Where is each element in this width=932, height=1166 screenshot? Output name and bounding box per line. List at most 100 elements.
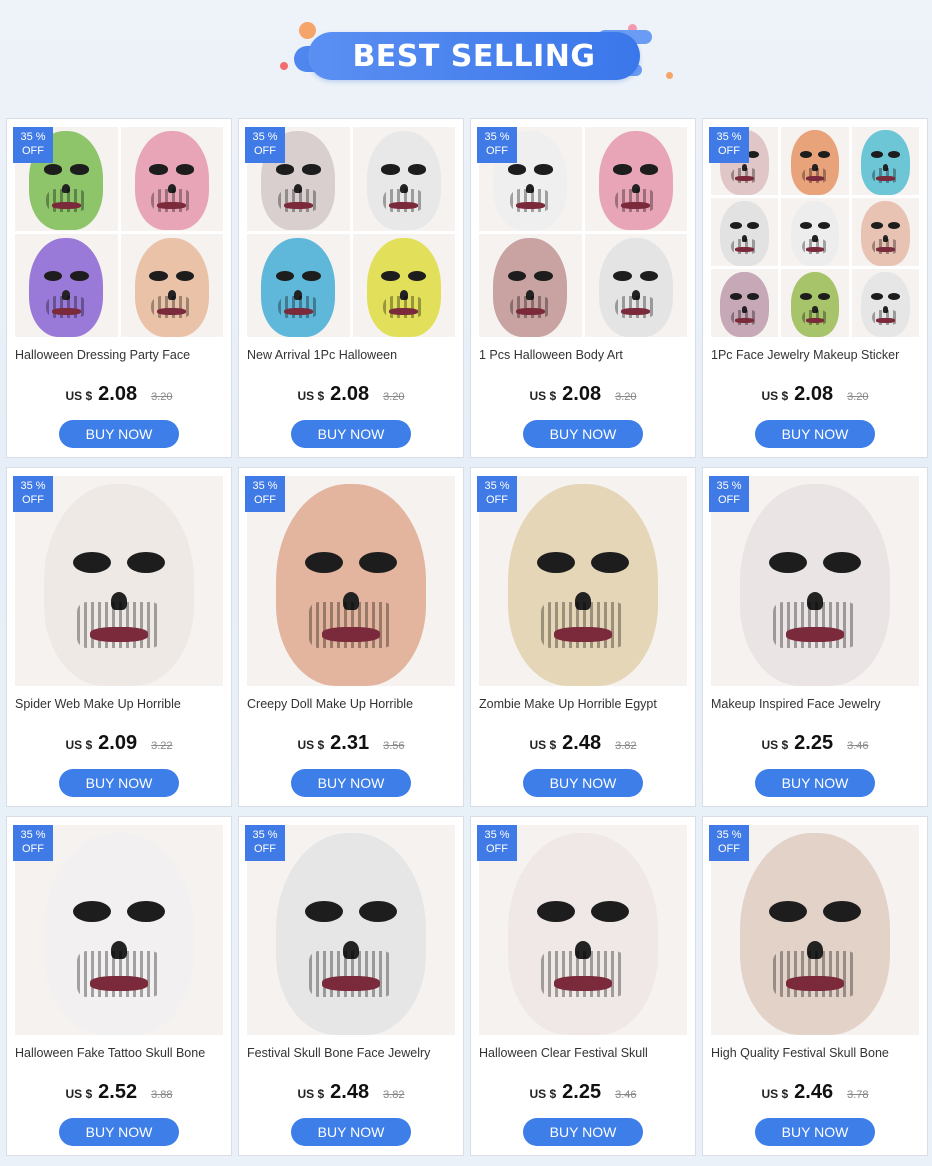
product-title[interactable]: Zombie Make Up Horrible Egypt: [479, 697, 689, 711]
product-title[interactable]: Halloween Dressing Party Face: [15, 348, 225, 362]
buy-now-button[interactable]: BUY NOW: [523, 420, 643, 448]
price-row: US $ 2.48 3.82: [471, 732, 695, 758]
product-card[interactable]: 35 % OFF Halloween Fake Tattoo Skull Bone U…: [6, 816, 232, 1156]
product-card[interactable]: 35 % OFF Creepy Doll Make Up Horrible US $ 2…: [238, 467, 464, 807]
discount-percent: 35 %: [252, 480, 278, 492]
face-mouth: [785, 627, 845, 642]
sale-price: 2.31: [330, 732, 370, 754]
discount-badge: 35 % OFF: [709, 127, 749, 163]
price-row: US $ 2.48 3.82: [239, 1081, 463, 1107]
discount-off-label: OFF: [22, 843, 44, 855]
currency-label: US $: [761, 738, 789, 752]
sale-price: 2.46: [794, 1081, 834, 1103]
face-illustration: [781, 198, 849, 266]
original-price: 3.46: [615, 1089, 637, 1101]
face-eye: [305, 900, 343, 922]
face-mouth: [553, 976, 613, 991]
product-title[interactable]: Festival Skull Bone Face Jewelry: [247, 1046, 457, 1060]
face-illustration: [851, 269, 919, 337]
discount-off-label: OFF: [486, 145, 508, 157]
face-eye: [127, 551, 165, 573]
face-mouth: [321, 976, 381, 991]
product-title[interactable]: Makeup Inspired Face Jewelry: [711, 697, 921, 711]
currency-label: US $: [65, 738, 93, 752]
buy-now-button[interactable]: BUY NOW: [291, 420, 411, 448]
discount-badge: 35 % OFF: [709, 476, 749, 512]
sale-price: 2.08: [562, 383, 602, 405]
buy-now-button[interactable]: BUY NOW: [755, 420, 875, 448]
buy-now-button[interactable]: BUY NOW: [755, 1118, 875, 1146]
face-illustration: [120, 233, 223, 337]
face-eye: [359, 551, 397, 573]
discount-percent: 35 %: [20, 480, 46, 492]
discount-badge: 35 % OFF: [245, 127, 285, 163]
face-eye: [613, 164, 632, 175]
sale-price: 2.52: [98, 1081, 138, 1103]
face-mouth: [875, 175, 895, 181]
face-eye: [534, 164, 553, 175]
face-mouth: [805, 317, 825, 323]
buy-now-button[interactable]: BUY NOW: [59, 769, 179, 797]
product-card[interactable]: 35 % OFF 1Pc Face Jewelry Makeup Sticker US…: [702, 118, 928, 458]
original-price: 3.20: [847, 391, 869, 403]
face-mouth: [553, 627, 613, 642]
discount-badge: 35 % OFF: [709, 825, 749, 861]
currency-label: US $: [297, 389, 325, 403]
product-card[interactable]: 35 % OFF Zombie Make Up Horrible Egypt US $…: [470, 467, 696, 807]
product-card[interactable]: 35 % OFF 1 Pcs Halloween Body Art US $ 2.08 3…: [470, 118, 696, 458]
face-eye: [127, 900, 165, 922]
discount-badge: 35 % OFF: [477, 825, 517, 861]
product-card[interactable]: 35 % OFF Halloween Dressing Party Face US $…: [6, 118, 232, 458]
discount-percent: 35 %: [484, 480, 510, 492]
product-title[interactable]: Halloween Fake Tattoo Skull Bone: [15, 1046, 225, 1060]
product-title[interactable]: Spider Web Make Up Horrible: [15, 697, 225, 711]
currency-label: US $: [297, 738, 325, 752]
sale-price: 2.09: [98, 732, 138, 754]
product-card[interactable]: 35 % OFF New Arrival 1Pc Halloween US $ 2.08…: [238, 118, 464, 458]
buy-now-button[interactable]: BUY NOW: [523, 769, 643, 797]
product-title[interactable]: High Quality Festival Skull Bone: [711, 1046, 921, 1060]
original-price: 3.20: [151, 391, 173, 403]
face-head: [790, 129, 840, 195]
face-eye: [507, 164, 527, 175]
discount-percent: 35 %: [252, 829, 278, 841]
product-title[interactable]: Halloween Clear Festival Skull: [479, 1046, 689, 1060]
face-mouth: [89, 627, 149, 642]
currency-label: US $: [529, 738, 557, 752]
product-card[interactable]: 35 % OFF High Quality Festival Skull Bone U…: [702, 816, 928, 1156]
price-row: US $ 2.08 3.20: [703, 383, 927, 409]
buy-now-button[interactable]: BUY NOW: [291, 769, 411, 797]
face-mouth: [157, 308, 187, 316]
face-mouth: [785, 976, 845, 991]
product-card[interactable]: 35 % OFF Halloween Clear Festival Skull US …: [470, 816, 696, 1156]
face-mouth: [51, 201, 81, 209]
product-title[interactable]: 1Pc Face Jewelry Makeup Sticker: [711, 348, 921, 362]
buy-now-button[interactable]: BUY NOW: [291, 1118, 411, 1146]
discount-percent: 35 %: [484, 131, 510, 143]
price-row: US $ 2.25 3.46: [471, 1081, 695, 1107]
best-selling-banner: BEST SELLING: [0, 0, 932, 110]
face-mouth: [51, 308, 81, 316]
discount-percent: 35 %: [716, 131, 742, 143]
buy-now-button[interactable]: BUY NOW: [523, 1118, 643, 1146]
face-eye: [381, 164, 400, 175]
product-title[interactable]: 1 Pcs Halloween Body Art: [479, 348, 689, 362]
product-title[interactable]: New Arrival 1Pc Halloween: [247, 348, 457, 362]
product-title[interactable]: Creepy Doll Make Up Horrible: [247, 697, 457, 711]
discount-off-label: OFF: [254, 494, 276, 506]
face-head: [29, 237, 104, 337]
face-eye: [823, 551, 861, 573]
buy-now-button[interactable]: BUY NOW: [59, 1118, 179, 1146]
buy-now-button[interactable]: BUY NOW: [59, 420, 179, 448]
face-mouth: [321, 627, 381, 642]
product-card[interactable]: 35 % OFF Spider Web Make Up Horrible US $ 2.…: [6, 467, 232, 807]
product-card[interactable]: 35 % OFF Festival Skull Bone Face Jewelry U…: [238, 816, 464, 1156]
buy-now-button[interactable]: BUY NOW: [755, 769, 875, 797]
price-row: US $ 2.08 3.20: [471, 383, 695, 409]
face-eye: [73, 900, 111, 922]
face-illustration: [352, 233, 455, 337]
product-card[interactable]: 35 % OFF Makeup Inspired Face Jewelry US $ 2…: [702, 467, 928, 807]
face-mouth: [805, 175, 825, 181]
face-illustration: [479, 233, 582, 337]
face-head: [598, 131, 673, 231]
